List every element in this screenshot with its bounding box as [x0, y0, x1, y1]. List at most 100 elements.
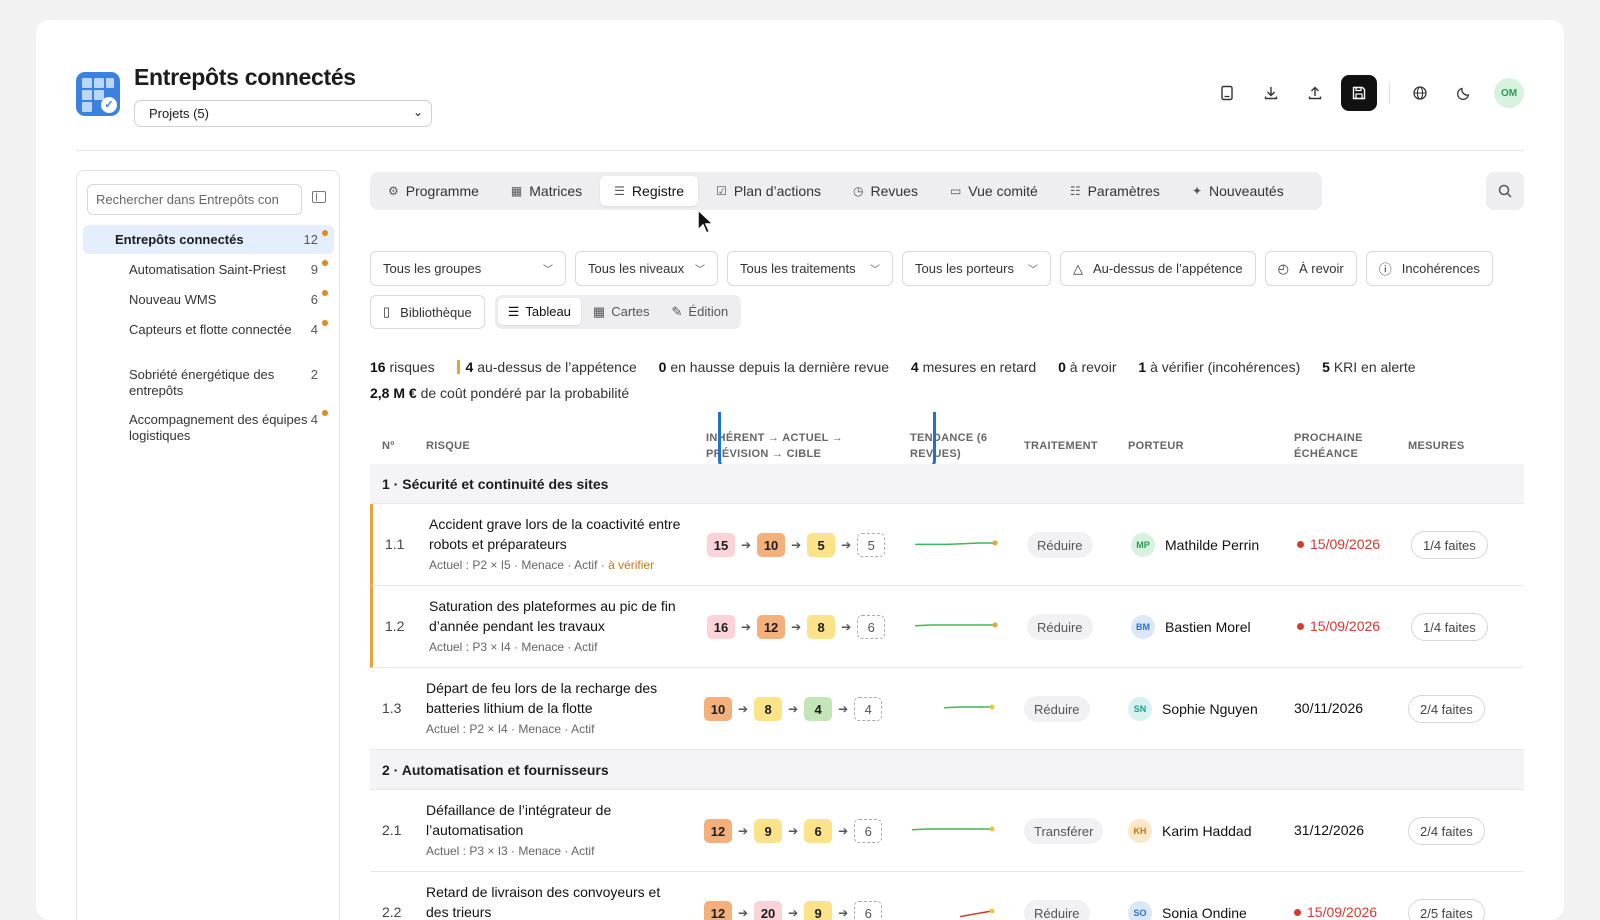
tab-revues[interactable]: ◷ Revues [839, 176, 932, 206]
stat-to-verify: 1 à vérifier (incohérences) [1138, 359, 1301, 375]
sidebar-search-input[interactable]: Rechercher dans Entrepôts con [87, 184, 302, 215]
table-row[interactable]: 1.1 Accident grave lors de la coactivité … [370, 504, 1524, 586]
tab-nouveautes[interactable]: ✦ Nouveautés [1178, 176, 1298, 206]
chevron-down-icon: ﹀ [1028, 265, 1038, 276]
tab-programme[interactable]: ⚙ Programme [374, 176, 493, 206]
measures-button[interactable]: 2/4 faites [1408, 817, 1485, 845]
tab-label: Plan d’actions [733, 183, 821, 199]
due-date: 15/09/2026 [1297, 618, 1380, 634]
chevron-down-icon: ﹀ [543, 265, 553, 276]
tab-parametres[interactable]: ☷ Paramètres [1056, 176, 1174, 206]
arrow-right-icon: ➔ [741, 620, 752, 634]
save-button[interactable] [1341, 75, 1377, 111]
sidebar-item-nouveau-wms[interactable]: Nouveau WMS 6 [83, 285, 334, 314]
tab-vue-comite[interactable]: ▭ Vue comité [936, 176, 1052, 206]
treatment-filter-select[interactable]: Tous les traitements ﹀ [727, 251, 893, 286]
risk-title[interactable]: Départ de feu lors de la recharge des ba… [426, 678, 686, 718]
owner-avatar: SN [1128, 697, 1152, 721]
chevron-down-icon: ⌄ [412, 105, 423, 119]
grid-icon: ▦ [510, 184, 523, 198]
tab-label: Revues [870, 183, 918, 199]
sidebar-item-label: Automatisation Saint-Priest [129, 262, 286, 277]
table-row[interactable]: 2.1 Défaillance de l’intégrateur de l’aut… [370, 790, 1524, 872]
risk-number: 1.3 [382, 700, 402, 716]
app-card: ✓ Entrepôts connectés Projets (5) ⌄ OM R… [36, 20, 1564, 920]
download-button[interactable] [1253, 75, 1289, 111]
overdue-dot-icon [1294, 908, 1301, 916]
arrow-right-icon: ➔ [838, 906, 849, 920]
alert-dot-icon [322, 290, 328, 296]
score-chain: 10 ➔ 8 ➔ 4 ➔ 4 [704, 697, 883, 721]
sidebar-item-automatisation[interactable]: Automatisation Saint-Priest 9 [83, 255, 334, 284]
book-button[interactable] [1209, 75, 1245, 111]
risk-title[interactable]: Défaillance de l’intégrateur de l’automa… [426, 800, 686, 840]
program-icon: ⚙ [388, 184, 399, 198]
score-badge: 9 [754, 819, 783, 843]
view-table-button[interactable]: ☰ Tableau [497, 298, 581, 325]
due-date-text: 15/09/2026 [1310, 618, 1381, 634]
measures-button[interactable]: 1/4 faites [1411, 613, 1488, 641]
review-filter-button[interactable]: ◴ À revoir [1264, 251, 1357, 286]
language-button[interactable] [1402, 75, 1438, 111]
tab-plan-actions[interactable]: ☑ Plan d’actions [702, 176, 835, 206]
measures-button[interactable]: 1/4 faites [1411, 531, 1488, 559]
sidebar-collapse-icon[interactable] [312, 191, 326, 203]
due-date-text: 15/09/2026 [1307, 904, 1378, 920]
library-button[interactable]: ▯ Bibliothèque [370, 295, 485, 329]
tab-label: Paramètres [1087, 183, 1160, 199]
measures-button[interactable]: 2/4 faites [1408, 695, 1485, 723]
view-cards-button[interactable]: ▦ Cartes [583, 298, 660, 325]
owner-filter-select[interactable]: Tous les porteurs ﹀ [902, 251, 1051, 286]
owner: KH Karim Haddad [1128, 819, 1252, 843]
view-edit-button[interactable]: ✎ Édition [662, 298, 739, 325]
theme-button[interactable] [1446, 75, 1482, 111]
due-date: 30/11/2026 [1294, 700, 1363, 716]
inconsistencies-filter-button[interactable]: ⓘ Incohérences [1365, 251, 1493, 286]
stat-late-measures: 4 mesures en retard [910, 359, 1037, 375]
arrow-right-icon: ➔ [741, 538, 752, 552]
due-date: 31/12/2026 [1294, 822, 1364, 838]
risk-title[interactable]: Accident grave lors de la coactivité ent… [429, 514, 689, 554]
risk-title[interactable]: Retard de livraison des convoyeurs et de… [426, 882, 686, 920]
book-icon: ▯ [383, 304, 391, 319]
sidebar-item-sobriete[interactable]: Sobriété énergétique des entrepôts 2 [83, 360, 334, 400]
arrow-right-icon: ➔ [738, 906, 749, 920]
search-icon [1498, 184, 1512, 198]
table-row[interactable]: 1.2 Saturation des plateformes au pic de … [370, 586, 1524, 668]
measures-button[interactable]: 2/5 faites [1408, 899, 1485, 920]
score-badge: 6 [804, 819, 833, 843]
upload-button[interactable] [1297, 75, 1333, 111]
tab-label: Programme [405, 183, 479, 199]
sidebar-item-capteurs[interactable]: Capteurs et flotte connectée 4 [83, 315, 334, 355]
sidebar-item-accompagnement[interactable]: Accompagnement des équipes logistiques 4 [83, 405, 334, 445]
due-date-text: 15/09/2026 [1310, 536, 1381, 552]
view-bar: ▯ Bibliothèque ☰ Tableau ▦ Cartes ✎ Édition [370, 295, 742, 329]
sidebar-item-label: Sobriété énergétique des entrepôts [129, 367, 275, 398]
search-button[interactable] [1486, 172, 1524, 210]
sidebar-item-entrepots-connectes[interactable]: Entrepôts connectés 12 [83, 225, 334, 254]
level-filter-select[interactable]: Tous les niveaux ﹀ [575, 251, 718, 286]
owner-avatar: SO [1128, 901, 1152, 920]
owner: BM Bastien Morel [1131, 615, 1251, 639]
arrow-right-icon: ➔ [791, 538, 802, 552]
filters-bar: Tous les groupes ﹀ Tous les niveaux ﹀ Tous… [370, 251, 1493, 286]
risk-title[interactable]: Saturation des plateformes au pic de fin… [429, 596, 689, 636]
group-filter-select[interactable]: Tous les groupes ﹀ [370, 251, 566, 286]
alert-dot-icon [322, 230, 328, 236]
main-tabs: ⚙ Programme ▦ Matrices ☰ Registre ☑ Plan d’a… [370, 172, 1322, 210]
treatment-badge: Réduire [1024, 696, 1090, 722]
project-select[interactable]: Projets (5) ⌄ [134, 100, 432, 127]
user-avatar[interactable]: OM [1494, 78, 1524, 108]
verify-flag: à vérifier [608, 558, 655, 572]
sidebar-item-count: 9 [310, 262, 318, 277]
tab-registre[interactable]: ☰ Registre [600, 176, 699, 206]
appetite-filter-button[interactable]: △ Au-dessus de l’appétence [1060, 251, 1256, 286]
library-label: Bibliothèque [400, 304, 472, 320]
summary-stats: 16 risques 4 au-dessus de l’appétence 0 … [370, 354, 1520, 406]
table-row[interactable]: 2.2 Retard de livraison des convoyeurs et… [370, 872, 1524, 920]
table-row[interactable]: 1.3 Départ de feu lors de la recharge des… [370, 668, 1524, 750]
tab-matrices[interactable]: ▦ Matrices [497, 176, 596, 206]
filter-value: Tous les porteurs [915, 261, 1014, 276]
arrow-right-icon: ➔ [788, 906, 799, 920]
risk-meta: Actuel : P3 × I4 · Menace · Actif [429, 640, 597, 654]
